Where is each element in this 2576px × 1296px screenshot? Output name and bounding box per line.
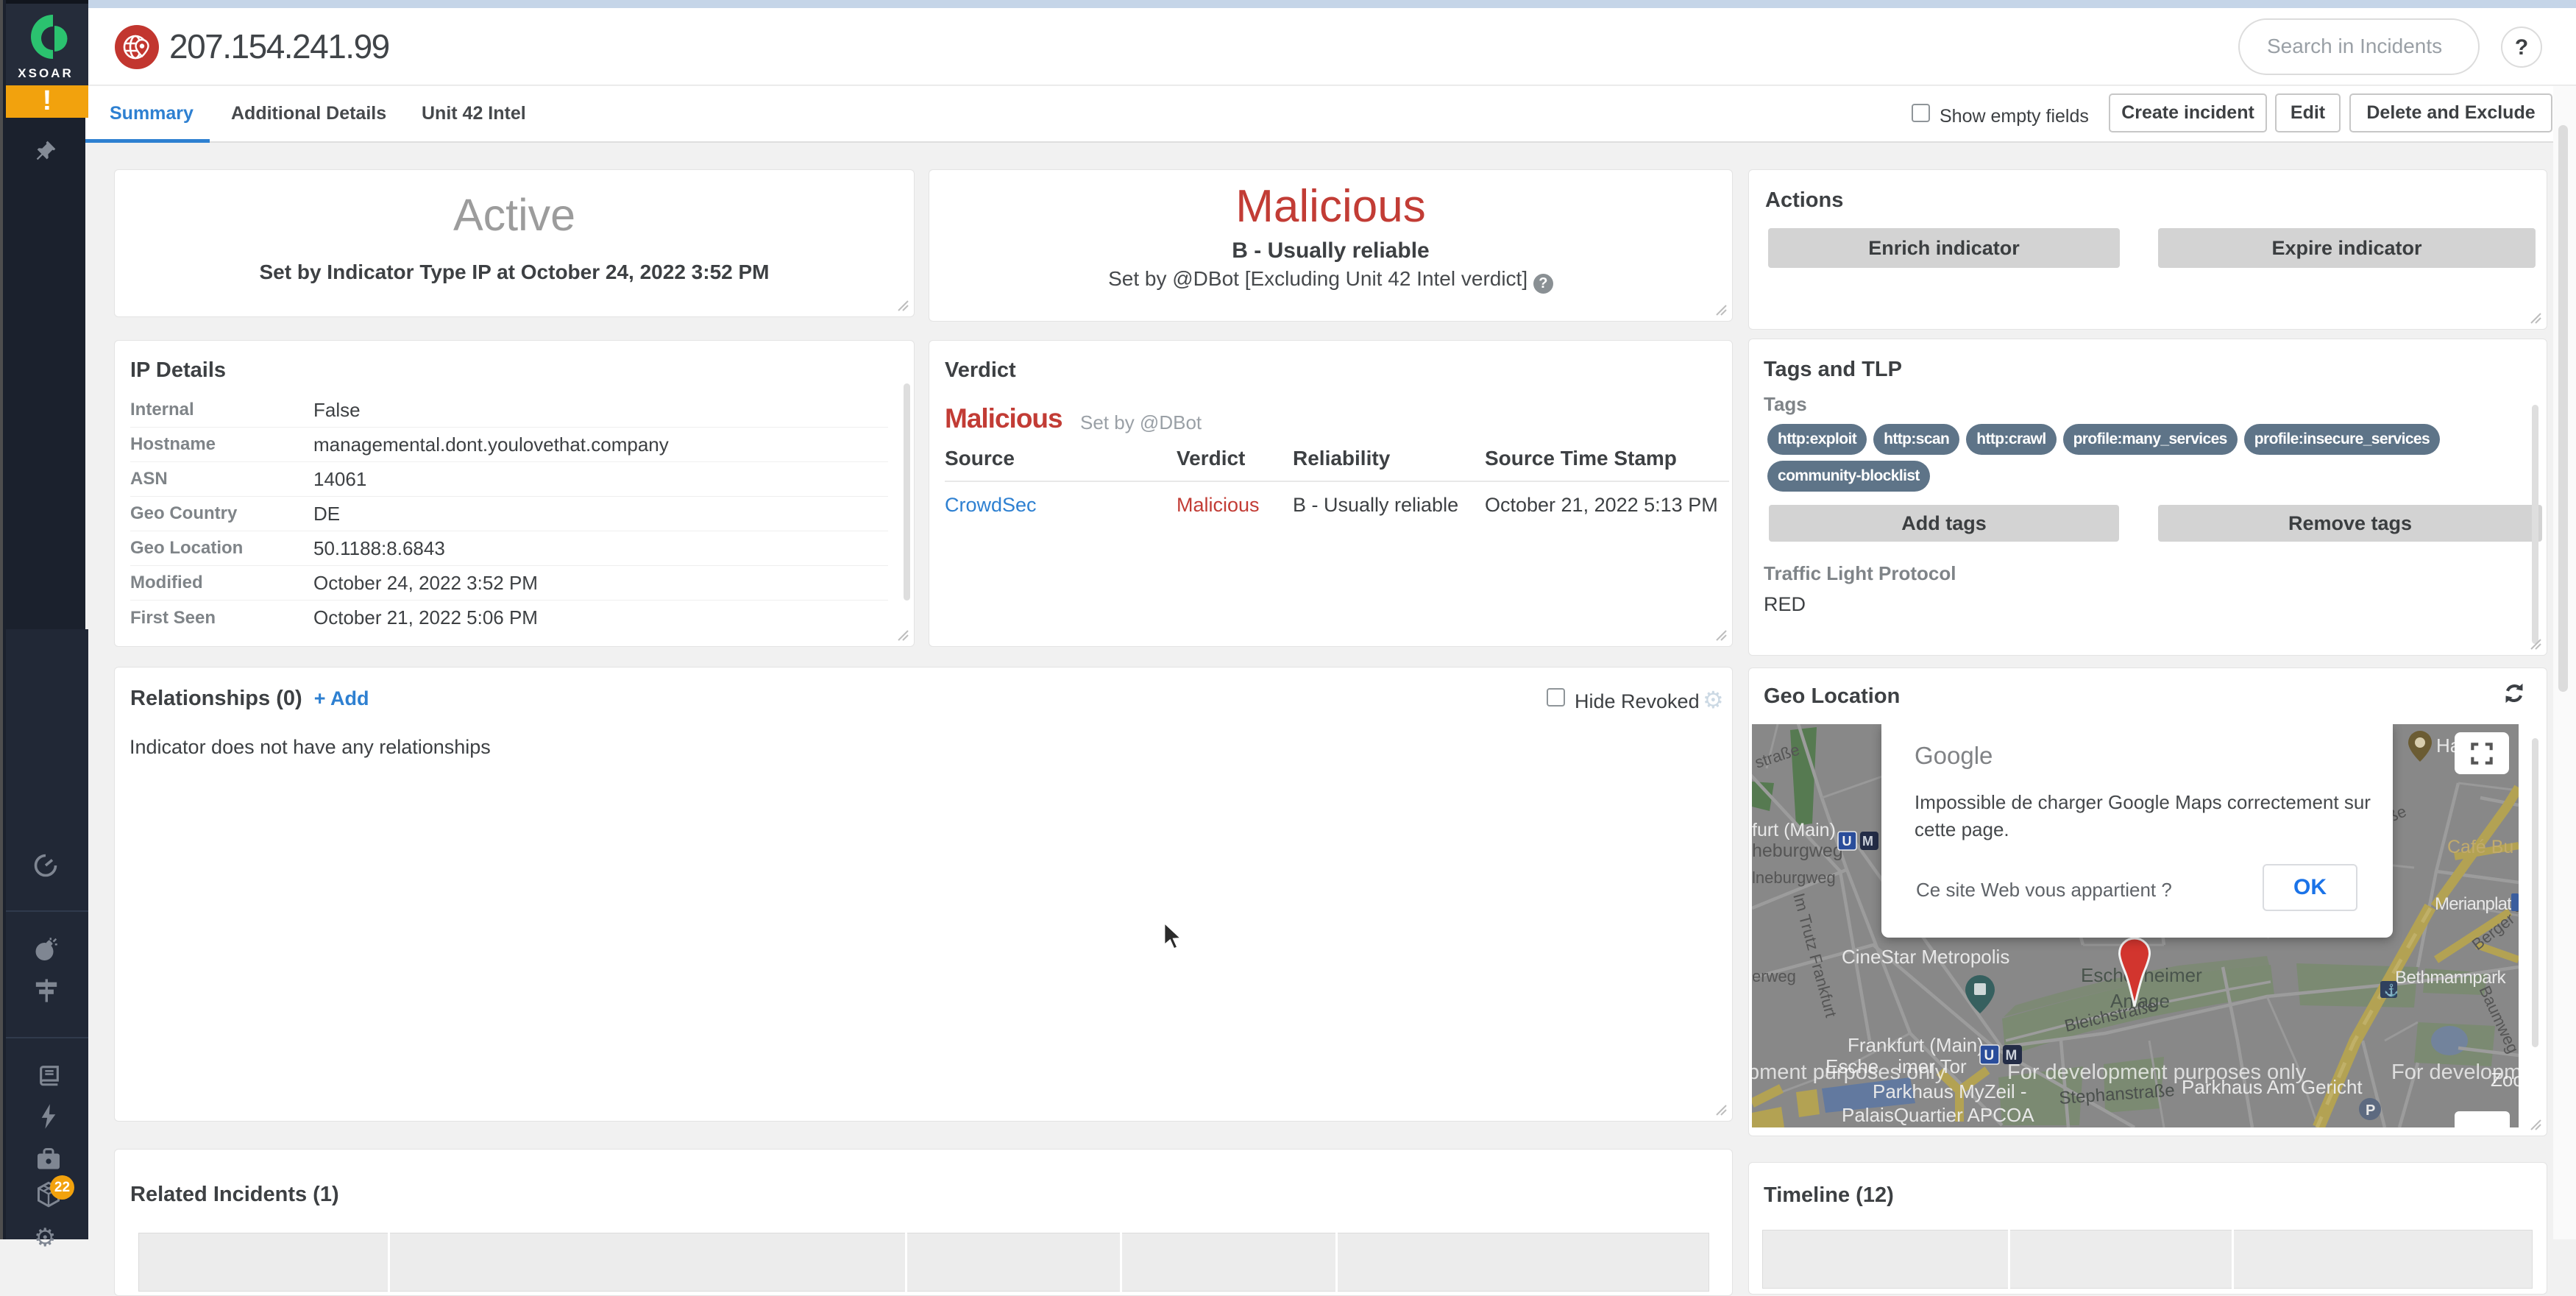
svg-text:furt (Main): furt (Main): [1752, 820, 1836, 840]
svg-text:Café Bu: Café Bu: [2447, 837, 2513, 857]
svg-text:⚓: ⚓: [2384, 983, 2399, 997]
svg-text:Frankfurt (Main): Frankfurt (Main): [1848, 1034, 1984, 1056]
svg-text:pment purposes only: pment purposes only: [1752, 1060, 1946, 1084]
svg-text:P: P: [2366, 1102, 2375, 1119]
svg-text:For development: For development: [2391, 1060, 2519, 1084]
svg-text:CineStar Metropolis: CineStar Metropolis: [1842, 946, 2009, 968]
svg-text:erweg: erweg: [1752, 967, 1796, 985]
svg-text:U: U: [1984, 1048, 1995, 1063]
svg-text:lneburgweg: lneburgweg: [1752, 868, 1836, 887]
svg-text:PalaisQuartier APCOA: PalaisQuartier APCOA: [1842, 1104, 2034, 1126]
svg-text:heburgweg: heburgweg: [1752, 840, 1843, 861]
svg-text:For development purposes only: For development purposes only: [2007, 1060, 2307, 1084]
svg-text:M: M: [1862, 834, 1873, 849]
svg-text:U: U: [1842, 834, 1852, 849]
